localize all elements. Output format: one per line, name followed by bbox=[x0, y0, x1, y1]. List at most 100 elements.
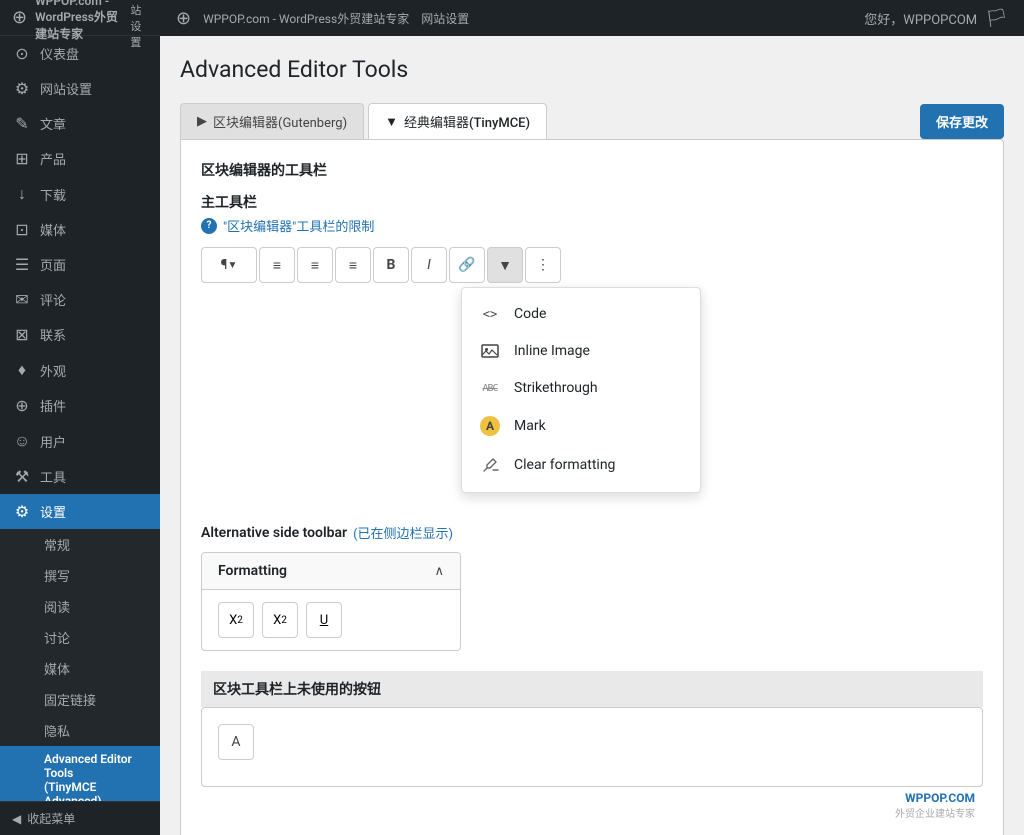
sidebar-item-label: 联系 bbox=[40, 325, 66, 344]
unused-section-title: 区块工具栏上未使用的按钮 bbox=[201, 671, 983, 707]
downloads-icon: ↓ bbox=[12, 184, 32, 204]
sub-item-aet[interactable]: Advanced Editor Tools (TinyMCE Advanced) bbox=[0, 746, 160, 801]
toolbar-bold-btn[interactable]: B bbox=[373, 247, 409, 283]
help-text: "区块编辑器"工具栏的限制 bbox=[223, 216, 374, 235]
formatting-collapse-icon[interactable]: ∧ bbox=[434, 564, 444, 579]
sub-item-general[interactable]: 常规 bbox=[0, 529, 160, 560]
collapse-menu[interactable]: ◀ 收起菜单 bbox=[0, 801, 160, 835]
dropdown-item-strikethrough[interactable]: ABC Strikethrough bbox=[462, 370, 700, 406]
unused-buttons-area: A bbox=[201, 707, 983, 787]
dropdown-item-mark[interactable]: A Mark bbox=[462, 406, 700, 446]
settings-icon: ⚙ bbox=[12, 502, 32, 521]
wp-logo: ⊕ bbox=[176, 8, 191, 29]
appearance-icon: ♦ bbox=[12, 360, 32, 380]
sidebar-item-label: 产品 bbox=[40, 149, 66, 168]
sidebar-item-users[interactable]: ☺ 用户 bbox=[0, 423, 160, 459]
dropdown-item-code-label: Code bbox=[514, 306, 546, 322]
sidebar-item-label: 用户 bbox=[40, 432, 66, 451]
dropdown-item-inline-image[interactable]: Inline Image bbox=[462, 332, 700, 370]
dashboard-icon: ⊙ bbox=[12, 44, 32, 63]
toolbar-align-left-btn[interactable]: ≡ bbox=[259, 247, 295, 283]
dropdown-item-clear-formatting[interactable]: Clear formatting bbox=[462, 446, 700, 484]
sidebar-item-label: 外观 bbox=[40, 361, 66, 380]
toolbar-link-btn[interactable]: 🔗 bbox=[449, 247, 485, 283]
watermark-tagline: 外贸企业建站专家 bbox=[895, 809, 975, 820]
tabs-bar: ▶ 区块编辑器(Gutenberg) ▼ 经典编辑器(TinyMCE) 保存更改 bbox=[180, 103, 1004, 139]
unused-btn-a[interactable]: A bbox=[218, 724, 254, 760]
mark-icon: A bbox=[478, 416, 502, 436]
alt-toolbar-section: Alternative side toolbar (已在侧边栏显示) Forma… bbox=[201, 523, 983, 651]
superscript-btn[interactable]: X2 bbox=[218, 602, 254, 638]
sub-item-permalinks[interactable]: 固定链接 bbox=[0, 684, 160, 715]
inline-image-icon bbox=[478, 342, 502, 360]
tabs-left: ▶ 区块编辑器(Gutenberg) ▼ 经典编辑器(TinyMCE) bbox=[180, 103, 547, 139]
sidebar-item-downloads[interactable]: ↓ 下载 bbox=[0, 176, 160, 212]
sidebar-item-products[interactable]: ⊞ 产品 bbox=[0, 141, 160, 176]
sub-item-privacy[interactable]: 隐私 bbox=[0, 715, 160, 746]
tab-content: 区块编辑器的工具栏 主工具栏 ? "区块编辑器"工具栏的限制 ¶ ▼ ≡ ≡ bbox=[180, 139, 1004, 835]
page-title: Advanced Editor Tools bbox=[180, 56, 1004, 83]
formatting-panel: Formatting ∧ X2 X2 U bbox=[201, 552, 461, 651]
dropdown-item-code[interactable]: <> Code bbox=[462, 296, 700, 332]
sub-item-media[interactable]: 媒体 bbox=[0, 653, 160, 684]
sidebar-item-label: 仪表盘 bbox=[40, 44, 79, 63]
sidebar-item-plugins[interactable]: ⊕ 插件 bbox=[0, 388, 160, 423]
link-icon: 🔗 bbox=[458, 257, 475, 273]
underline-btn[interactable]: U bbox=[306, 602, 342, 638]
toolbar-align-center-btn[interactable]: ≡ bbox=[297, 247, 333, 283]
sidebar-item-comments[interactable]: ✉ 评论 bbox=[0, 282, 160, 317]
settings-sub-nav: 常规 撰写 阅读 讨论 媒体 固定链接 隐私 Advanced Editor T… bbox=[0, 529, 160, 801]
paragraph-icon: ¶ bbox=[221, 257, 228, 273]
subscript-btn[interactable]: X2 bbox=[262, 602, 298, 638]
sidebar-item-label: 下载 bbox=[40, 185, 66, 204]
paragraph-arrow: ▼ bbox=[227, 260, 237, 271]
toolbar-more-btn[interactable]: ⋮ bbox=[525, 247, 561, 283]
tab-gutenberg[interactable]: ▶ 区块编辑器(Gutenberg) bbox=[180, 103, 364, 139]
toolbar-paragraph-btn[interactable]: ¶ ▼ bbox=[201, 247, 257, 283]
sidebar-item-posts[interactable]: ✎ 文章 bbox=[0, 106, 160, 141]
sidebar-item-appearance[interactable]: ♦ 外观 bbox=[0, 352, 160, 388]
toolbar-row: ¶ ▼ ≡ ≡ ≡ B I 🔗 bbox=[201, 247, 983, 283]
toolbar-subsection-title: 主工具栏 bbox=[201, 192, 983, 212]
watermark-brand: WPPOP.COM bbox=[905, 791, 975, 805]
main-content: ⊕ WPPOP.com - WordPress外贸建站专家 网站设置 您好，WP… bbox=[160, 0, 1024, 835]
user-greeting: 您好，WPPOPCOM bbox=[864, 9, 977, 28]
sub-item-writing[interactable]: 撰写 bbox=[0, 560, 160, 591]
help-icon: ? bbox=[201, 218, 217, 234]
sidebar-nav: ⊙ 仪表盘 ⚙ 网站设置 ✎ 文章 ⊞ 产品 ↓ 下载 ⊡ 媒体 ☰ 页面 ✉ bbox=[0, 36, 160, 801]
sidebar-item-pages[interactable]: ☰ 页面 bbox=[0, 247, 160, 282]
top-bar-settings[interactable]: 网站设置 bbox=[421, 10, 469, 27]
sidebar-item-contacts[interactable]: ⊠ 联系 bbox=[0, 317, 160, 352]
wp-icon: ⊕ bbox=[12, 7, 27, 28]
dropdown-item-strikethrough-label: Strikethrough bbox=[514, 380, 598, 396]
toolbar-align-right-btn[interactable]: ≡ bbox=[335, 247, 371, 283]
posts-icon: ✎ bbox=[12, 114, 32, 133]
top-bar-left: ⊕ WPPOP.com - WordPress外贸建站专家 网站设置 bbox=[176, 8, 469, 29]
save-button[interactable]: 保存更改 bbox=[920, 104, 1004, 139]
sidebar-item-dashboard[interactable]: ⊙ 仪表盘 bbox=[0, 36, 160, 71]
sidebar-item-settings[interactable]: ⚙ 设置 bbox=[0, 494, 160, 529]
users-icon: ☺ bbox=[12, 431, 32, 451]
formatting-body: X2 X2 U bbox=[202, 590, 460, 650]
sidebar-item-tools[interactable]: ⚒ 工具 bbox=[0, 459, 160, 494]
toolbar-section-title: 区块编辑器的工具栏 bbox=[201, 160, 983, 180]
tab-tinymce-label: 经典编辑器(TinyMCE) bbox=[404, 112, 530, 131]
toolbar-dropdown-btn[interactable]: ▼ bbox=[487, 247, 523, 283]
sub-item-reading[interactable]: 阅读 bbox=[0, 591, 160, 622]
top-bar: ⊕ WPPOP.com - WordPress外贸建站专家 网站设置 您好，WP… bbox=[160, 0, 1024, 36]
sidebar-item-site-settings[interactable]: ⚙ 网站设置 bbox=[0, 71, 160, 106]
sidebar-item-label: 设置 bbox=[40, 502, 66, 521]
unused-section: 区块工具栏上未使用的按钮 A bbox=[201, 671, 983, 787]
tab-tinymce[interactable]: ▼ 经典编辑器(TinyMCE) bbox=[368, 103, 547, 139]
sidebar-item-label: 文章 bbox=[40, 114, 66, 133]
alt-toolbar-note: (已在侧边栏显示) bbox=[353, 523, 453, 542]
sub-item-discussion[interactable]: 讨论 bbox=[0, 622, 160, 653]
tab-gutenberg-label: 区块编辑器(Gutenberg) bbox=[213, 112, 347, 131]
toolbar-italic-btn[interactable]: I bbox=[411, 247, 447, 283]
site-settings-icon: ⚙ bbox=[12, 79, 32, 98]
sidebar-item-media[interactable]: ⊡ 媒体 bbox=[0, 212, 160, 247]
content-area: Advanced Editor Tools ▶ 区块编辑器(Gutenberg)… bbox=[160, 36, 1024, 835]
italic-icon: I bbox=[427, 257, 431, 273]
formatting-header: Formatting ∧ bbox=[202, 553, 460, 590]
sidebar-item-label: 插件 bbox=[40, 396, 66, 415]
